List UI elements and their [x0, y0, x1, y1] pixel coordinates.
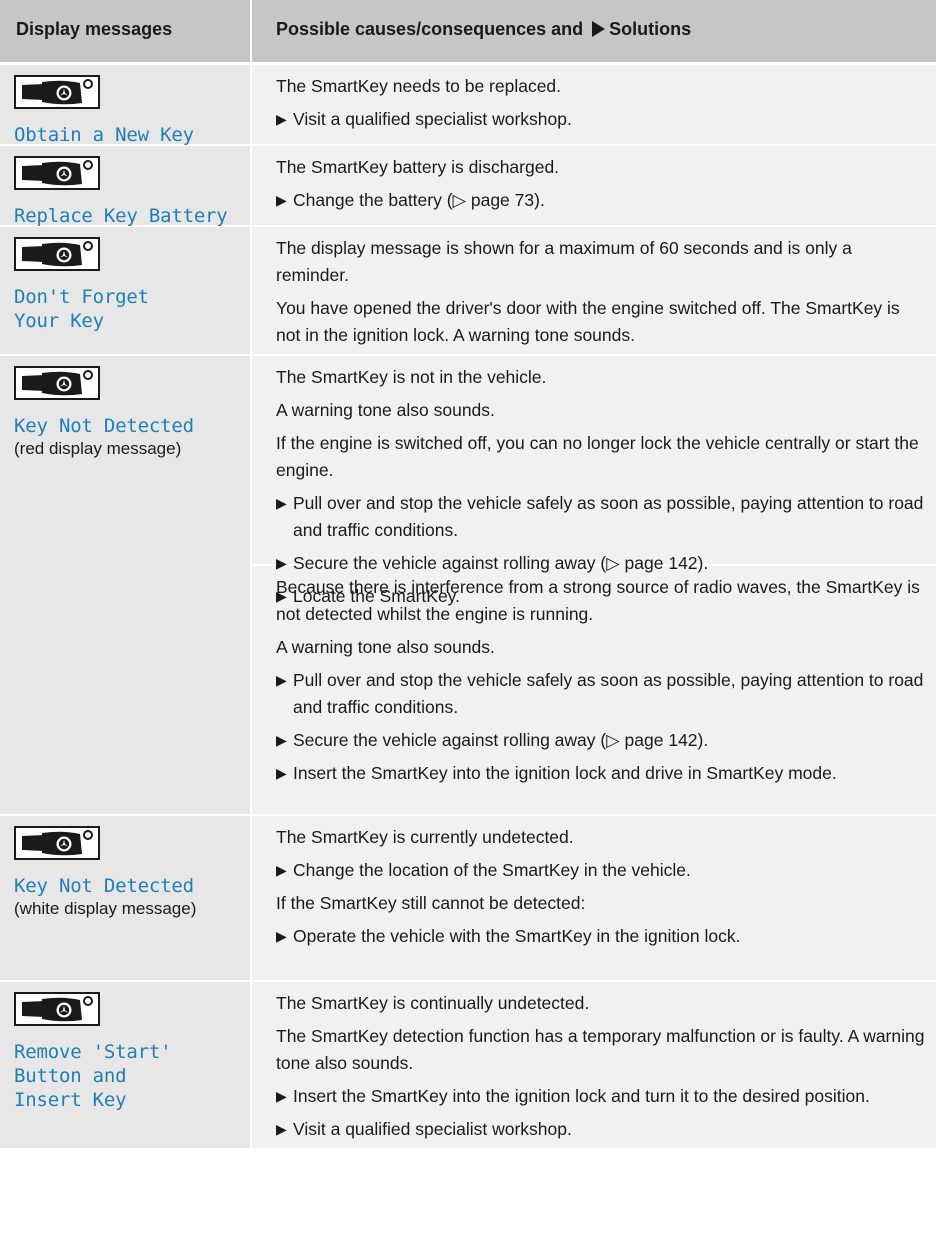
message-cell: Remove 'Start' Button and Insert Key: [0, 982, 250, 1148]
message-cell: Obtain a New Key: [0, 65, 250, 146]
step-text: Pull over and stop the vehicle safely as…: [293, 493, 924, 540]
message-cell: Don't Forget Your Key: [0, 227, 250, 354]
header-display-messages: Display messages: [16, 19, 173, 39]
triangle-bullet-icon: ▶: [276, 862, 287, 878]
header-solutions-label: Solutions: [609, 19, 692, 39]
step-text: Change the battery (▷ page 73).: [293, 190, 545, 210]
solution-triangle-icon: [592, 21, 606, 37]
display-message-text: Key Not Detected: [14, 875, 194, 897]
triangle-bullet-icon: ▶: [276, 1088, 287, 1104]
table-row: Key Not Detected (white display message) T…: [0, 814, 936, 980]
solution-section: The SmartKey needs to be replaced. ▶ Visit…: [252, 65, 936, 133]
display-message-text: Remove 'Start' Button and Insert Key: [14, 1041, 172, 1111]
table-row: Obtain a New Key The SmartKey needs to be…: [0, 63, 936, 146]
solution-cell: The SmartKey is not in the vehicle. A war…: [250, 356, 936, 814]
solution-step: ▶ Pull over and stop the vehicle safely a…: [276, 667, 926, 721]
header-causes-solutions: Possible causes/consequences and Solutio…: [250, 0, 936, 62]
solution-cell: The display message is shown for a maxim…: [250, 227, 936, 378]
message-note: (red display message): [14, 439, 182, 458]
cause-text: The display message is shown for a maxim…: [276, 238, 852, 285]
cause-text: You have opened the driver's door with t…: [276, 298, 900, 345]
solution-step: ▶ Visit a qualified specialist workshop.: [276, 1116, 926, 1143]
triangle-bullet-icon: ▶: [276, 111, 287, 127]
solution-cell: The SmartKey battery is discharged. ▶ Chan…: [250, 146, 936, 225]
smartkey-icon: [14, 366, 100, 400]
header-causes-label: Possible causes/consequences and: [276, 19, 584, 39]
solution-step: ▶ Change the location of the SmartKey in …: [276, 857, 926, 884]
message-cell: Key Not Detected (red display message): [0, 356, 250, 814]
step-text: Change the location of the SmartKey in t…: [293, 860, 691, 880]
table-row: Remove 'Start' Button and Insert Key The …: [0, 980, 936, 1148]
smartkey-icon: [14, 156, 100, 190]
solution-section: The SmartKey battery is discharged. ▶ Chan…: [252, 146, 936, 214]
cause-text: If the engine is switched off, you can n…: [276, 433, 919, 480]
cause-text: The SmartKey detection function has a te…: [276, 1026, 925, 1073]
triangle-bullet-icon: ▶: [276, 192, 287, 208]
smartkey-icon: [14, 992, 100, 1026]
display-message-text: Obtain a New Key: [14, 124, 194, 146]
step-text: Secure the vehicle against rolling away …: [293, 730, 709, 750]
solution-step: ▶ Change the battery (▷ page 73).: [276, 187, 926, 214]
step-text: Insert the SmartKey into the ignition lo…: [293, 1086, 870, 1106]
table-header: Display messages Possible causes/consequ…: [0, 0, 936, 63]
solution-section: The SmartKey is not in the vehicle. A war…: [252, 356, 936, 606]
step-text: Operate the vehicle with the SmartKey in…: [293, 926, 741, 946]
smartkey-icon: [14, 75, 100, 109]
step-text: Pull over and stop the vehicle safely as…: [293, 670, 924, 717]
triangle-bullet-icon: ▶: [276, 672, 287, 688]
smartkey-icon: [14, 826, 100, 860]
message-note: (white display message): [14, 899, 197, 918]
table-row: Don't Forget Your Key The display message…: [0, 225, 936, 378]
display-messages-table: Display messages Possible causes/consequ…: [0, 0, 936, 1148]
triangle-bullet-icon: ▶: [276, 765, 287, 781]
cause-text: The SmartKey needs to be replaced.: [276, 76, 562, 96]
cause-text: If the SmartKey still cannot be detected…: [276, 893, 586, 913]
cause-text: The SmartKey is currently undetected.: [276, 827, 574, 847]
table-body: Obtain a New Key The SmartKey needs to be…: [0, 63, 936, 1148]
solution-step: ▶ Insert the SmartKey into the ignition l…: [276, 760, 926, 787]
message-cell: Key Not Detected (white display message): [0, 816, 250, 980]
solution-section: The SmartKey is currently undetected. ▶ Ch…: [252, 816, 936, 950]
cause-text: The SmartKey is not in the vehicle.: [276, 367, 547, 387]
step-text: Secure the vehicle against rolling away …: [293, 553, 709, 573]
smartkey-icon: [14, 237, 100, 271]
solution-step: ▶ Insert the SmartKey into the ignition l…: [276, 1083, 926, 1110]
step-text: Visit a qualified specialist workshop.: [293, 109, 572, 129]
table-row: Key Not Detected (red display message) The…: [0, 354, 936, 814]
solution-section: The SmartKey is continually undetected. T…: [252, 982, 936, 1143]
triangle-bullet-icon: ▶: [276, 555, 287, 571]
solution-section: Because there is interference from a str…: [252, 564, 936, 787]
triangle-bullet-icon: ▶: [276, 1121, 287, 1137]
cause-text: Because there is interference from a str…: [276, 577, 920, 624]
cause-text: A warning tone also sounds.: [276, 400, 495, 420]
message-cell: Replace Key Battery: [0, 146, 250, 227]
cause-text: A warning tone also sounds.: [276, 637, 495, 657]
triangle-bullet-icon: ▶: [276, 732, 287, 748]
cause-text: The SmartKey battery is discharged.: [276, 157, 560, 177]
solution-cell: The SmartKey is continually undetected. T…: [250, 982, 936, 1148]
step-text: Visit a qualified specialist workshop.: [293, 1119, 572, 1139]
solution-step: ▶ Operate the vehicle with the SmartKey i…: [276, 923, 926, 950]
solution-step: ▶ Secure the vehicle against rolling away…: [276, 727, 926, 754]
triangle-bullet-icon: ▶: [276, 928, 287, 944]
solution-step: ▶ Visit a qualified specialist workshop.: [276, 106, 926, 133]
solution-step: ▶ Pull over and stop the vehicle safely a…: [276, 490, 926, 544]
step-text: Insert the SmartKey into the ignition lo…: [293, 763, 837, 783]
display-message-text: Key Not Detected: [14, 415, 194, 437]
display-message-text: Don't Forget Your Key: [14, 286, 149, 332]
solution-cell: The SmartKey is currently undetected. ▶ Ch…: [250, 816, 936, 980]
display-message-text: Replace Key Battery: [14, 205, 228, 227]
solution-cell: The SmartKey needs to be replaced. ▶ Visit…: [250, 65, 936, 144]
table-row: Replace Key Battery The SmartKey battery …: [0, 144, 936, 227]
cause-text: The SmartKey is continually undetected.: [276, 993, 590, 1013]
triangle-bullet-icon: ▶: [276, 495, 287, 511]
